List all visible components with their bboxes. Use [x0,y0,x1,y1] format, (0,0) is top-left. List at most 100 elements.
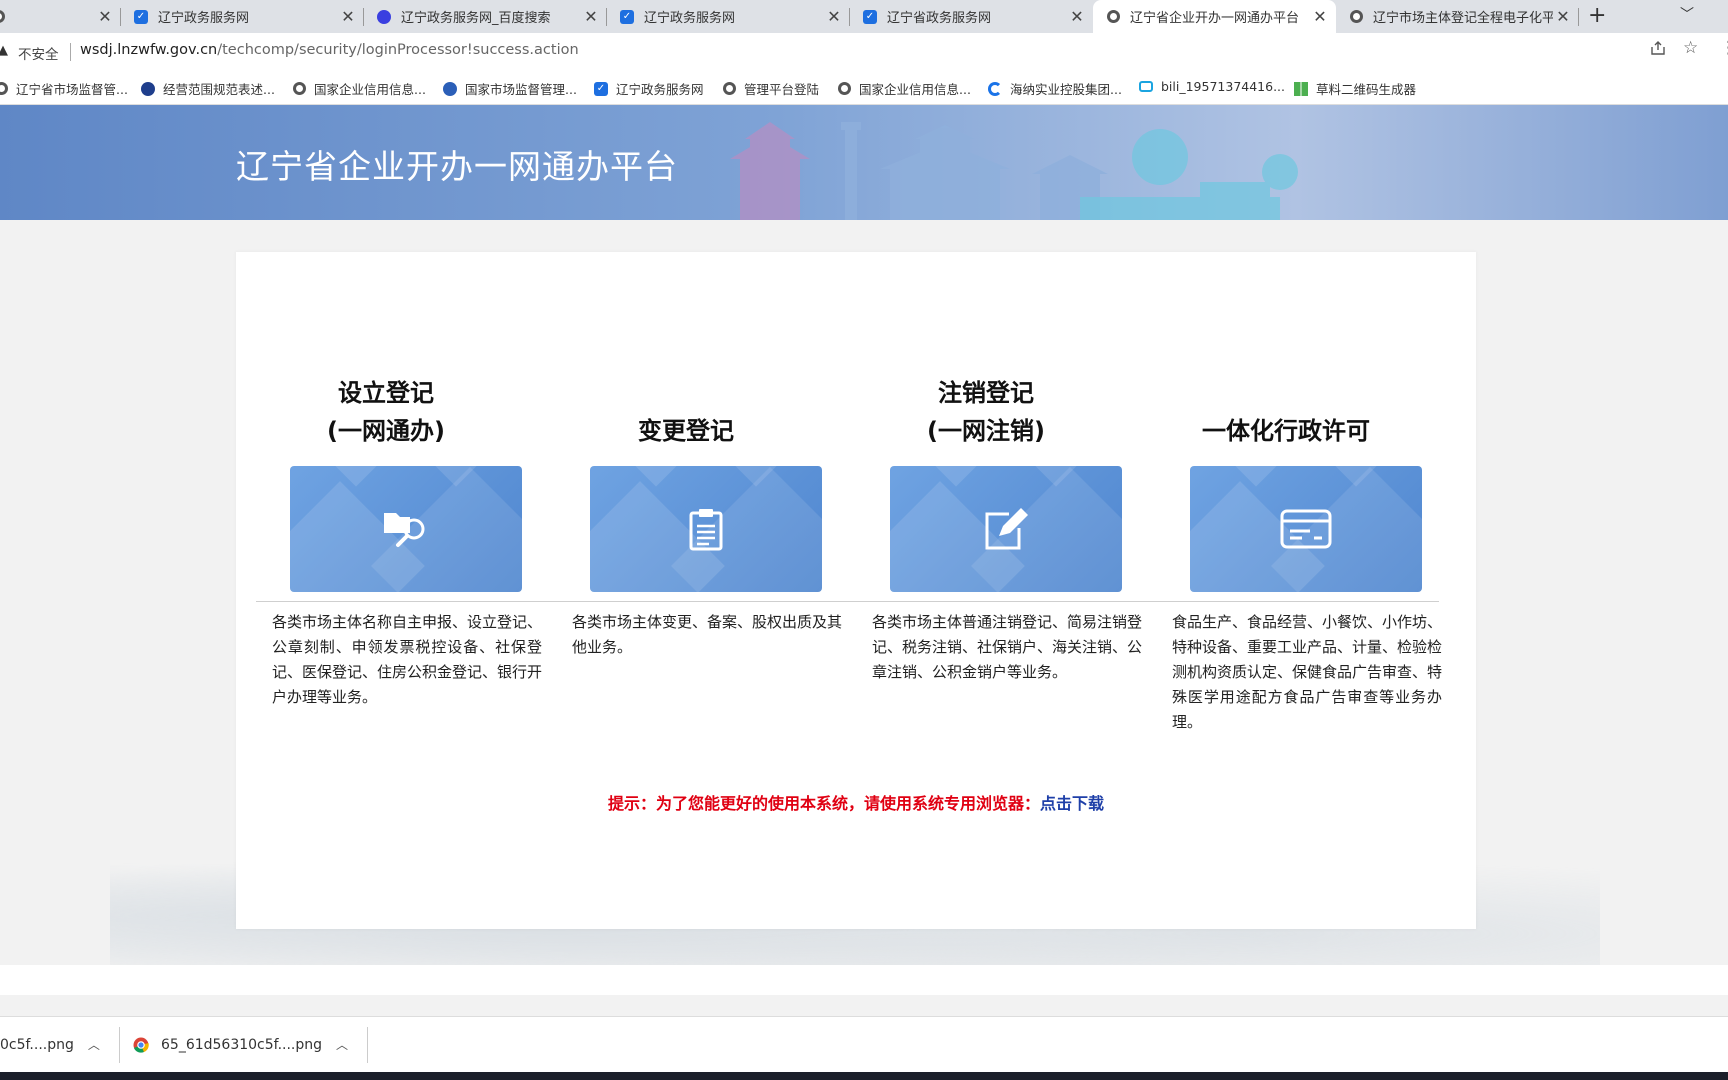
url-host: wsdj.lnzwfw.gov.cn [80,42,218,58]
bookmark-label: 国家企业信用信息... [314,82,426,97]
service-title-line2: (一网注销) [927,417,1045,445]
tab-title: 辽宁市场主体登记全程电子化平 [1373,11,1553,26]
star-icon[interactable]: ☆ [1683,38,1698,58]
new-tab-button[interactable]: + [1588,3,1606,28]
download-separator [118,1027,120,1063]
qr-icon [1294,81,1308,96]
bookmark-item[interactable]: 海纳实业控股集团... [988,79,1122,98]
globe-icon [837,82,851,96]
page-header: 辽宁省企业开办一网通办平台 [0,105,1728,220]
bookmark-label: bili_19571374416... [1161,79,1286,94]
shield-icon: ✓ [133,9,149,25]
chevron-up-icon[interactable]: ︿ [336,1036,348,1053]
landmark-skyline-image [730,122,1298,220]
administrative-license-button[interactable] [1190,466,1422,592]
tab[interactable]: ✓ 辽宁省政务服务网 ✕ [850,0,1093,33]
bookmark-item[interactable]: 草料二维码生成器 [1294,79,1416,98]
bookmark-item[interactable]: bili_19571374416... [1139,79,1285,94]
cancellation-registration-button[interactable] [890,466,1122,592]
service-title-line1: 注销登记 [938,379,1034,407]
service-description: 各类市场主体变更、备案、股权出质及其他业务。 [572,613,843,656]
service-title-line2: 一体化行政许可 [1202,417,1370,445]
globe-icon [0,9,6,25]
bookmark-label: 经营范围规范表述... [163,82,275,97]
download-separator [367,1027,369,1063]
download-filename: 65_61d56310c5f....png [161,1036,323,1053]
badge-icon [141,81,155,96]
c-logo-icon [988,81,1002,96]
establish-registration-button[interactable] [290,466,522,592]
browser-tip: 提示：为了您能更好的使用本系统，请使用系统专用浏览器：点击下载 [236,790,1476,814]
tab-strip: ✕ ✓ 辽宁政务服务网 ✕ 辽宁政务服务网_百度搜索 ✕ ✓ 辽宁政务服务网 ✕… [0,0,1728,33]
close-icon[interactable]: ✕ [824,7,844,26]
tab-title: 辽宁政务服务网_百度搜索 [401,11,551,26]
close-icon[interactable]: ✕ [1310,7,1330,26]
tab-title: 辽宁省企业开办一网通办平台 [1130,11,1300,26]
tab-title: 辽宁政务服务网 [644,11,736,26]
close-icon[interactable]: ✕ [1067,7,1087,26]
divider [256,601,1439,602]
service-panel: 设立登记 (一网通办) 各类市场主体名称自主申报、设立登记、公章刻制、申领发票税… [236,252,1476,929]
tip-text: 提示：为了您能更好的使用本系统，请使用系统专用浏览器： [607,794,1040,813]
chevron-down-icon[interactable]: ﹀ [1680,4,1694,24]
download-filename: 0c5f....png [0,1036,74,1053]
tab-title: 辽宁政务服务网 [158,11,250,26]
tab[interactable]: ✓ 辽宁政务服务网 ✕ [607,0,850,33]
shield-icon: ✓ [862,9,878,25]
bookmark-item[interactable]: 经营范围规范表述... [141,79,275,98]
tab[interactable]: ✓ 辽宁政务服务网 ✕ [121,0,364,33]
bookmark-label: 草料二维码生成器 [1316,82,1417,97]
folder-search-icon [376,502,436,556]
service-title-line2: 变更登记 [638,417,734,445]
tab-separator [1578,8,1579,26]
tab-active[interactable]: 辽宁省企业开办一网通办平台 ✕ [1093,0,1336,33]
tab-title: 辽宁省政务服务网 [887,11,992,26]
bookmark-item[interactable]: ✓ 辽宁政务服务网 [594,79,704,98]
bookmark-item[interactable]: 国家企业信用信息... [292,79,426,98]
globe-icon [292,82,306,96]
change-registration-button[interactable] [590,466,822,592]
bookmark-item[interactable]: 辽宁省市场监督管... [0,79,128,98]
url-separator [70,43,71,61]
url-path: /techcomp/security/loginProcessor!succes… [217,42,579,58]
bookmark-label: 国家市场监督管理... [465,82,577,97]
download-browser-link[interactable]: 点击下载 [1040,794,1104,813]
close-icon[interactable]: ✕ [581,7,601,26]
chevron-up-icon[interactable]: ︿ [88,1036,100,1053]
globe-icon [722,82,736,96]
service-description: 食品生产、食品经营、小餐饮、小作坊、特种设备、重要工业产品、计量、检验检测机构资… [1172,613,1443,731]
bookmark-label: 辽宁政务服务网 [616,82,704,97]
shield-icon: ✓ [619,9,635,25]
close-icon[interactable]: ✕ [95,7,115,26]
bookmark-item[interactable]: 国家市场监督管理... [443,79,577,98]
page-title: 辽宁省企业开办一网通办平台 [236,147,678,186]
bookmarks-bar: 辽宁省市场监督管... 经营范围规范表述... 国家企业信用信息... 国家市场… [0,71,1728,105]
extension-icon[interactable]: ⋮ [1720,38,1728,58]
shield-icon: ✓ [594,81,608,96]
bookmark-item[interactable]: 国家企业信用信息... [837,79,971,98]
warning-icon[interactable]: ▲ [0,43,8,58]
url-field[interactable]: wsdj.lnzwfw.gov.cn/techcomp/security/log… [80,42,579,58]
globe-icon [1105,9,1121,25]
bookmark-label: 辽宁省市场监督管... [16,82,128,97]
download-item[interactable]: 65_61d56310c5f....png ︿ [133,1017,369,1072]
baidu-paw-icon [376,9,392,25]
bookmark-item[interactable]: 管理平台登陆 [722,79,819,98]
service-title: 变更登记 [536,370,836,450]
service-description: 各类市场主体名称自主申报、设立登记、公章刻制、申领发票税控设备、社保登记、医保登… [272,613,543,706]
bookmark-label: 海纳实业控股集团... [1010,82,1122,97]
close-icon[interactable]: ✕ [338,7,358,26]
tab[interactable]: 辽宁市场主体登记全程电子化平 ✕ [1336,0,1579,33]
service-title: 注销登记 (一网注销) [836,370,1136,450]
close-icon[interactable]: ✕ [1553,7,1573,26]
share-icon[interactable] [1650,40,1666,61]
bilibili-icon [1139,80,1153,94]
service-title: 一体化行政许可 [1136,370,1436,450]
card-icon [1276,502,1336,556]
footer-band [0,965,1728,995]
security-label[interactable]: 不安全 [18,43,59,63]
bookmark-label: 管理平台登陆 [744,82,820,97]
download-item[interactable]: 0c5f....png ︿ [0,1017,120,1072]
tab[interactable]: ✕ [0,0,121,33]
tab[interactable]: 辽宁政务服务网_百度搜索 ✕ [364,0,607,33]
